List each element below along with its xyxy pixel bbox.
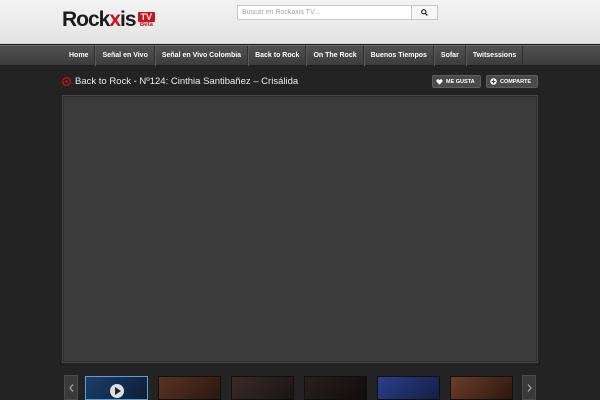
main-nav: Home Señal en Vivo Señal en Vivo Colombi… — [0, 45, 600, 66]
carousel-thumbnail[interactable] — [231, 376, 294, 400]
logo-word-x: x — [109, 8, 121, 31]
video-carousel — [64, 375, 536, 400]
nav-menu: Home Señal en Vivo Señal en Vivo Colombi… — [63, 46, 524, 66]
search-button[interactable] — [412, 5, 438, 20]
search-form — [237, 5, 438, 20]
carousel-next-button[interactable] — [522, 375, 536, 400]
nav-item-back-to-rock[interactable]: Back to Rock — [248, 46, 307, 66]
share-button[interactable]: COMPARTE — [486, 75, 538, 88]
nav-item-on-the-rock[interactable]: On The Rock — [306, 46, 364, 66]
video-player[interactable] — [62, 95, 538, 363]
nav-item-senal-en-vivo-colombia[interactable]: Señal en Vivo Colombia — [154, 46, 249, 66]
plus-circle-icon — [490, 78, 497, 85]
logo-beta-label: Beta — [139, 22, 153, 28]
video-title: Back to Rock - Nº124: Cinthia Santibañez… — [75, 76, 299, 87]
carousel-thumbnail[interactable] — [450, 376, 513, 400]
logo-word-end: is — [120, 8, 136, 31]
nav-item-senal-en-vivo[interactable]: Señal en Vivo — [95, 46, 155, 66]
video-title-bar: Back to Rock - Nº124: Cinthia Santibañez… — [62, 74, 538, 90]
logo-tv-label: TV — [137, 12, 156, 22]
like-label: ME GUSTA — [446, 78, 475, 85]
logo-word-start: Rock — [62, 8, 110, 31]
chevron-right-icon — [527, 383, 532, 392]
carousel-thumbnail[interactable] — [158, 376, 221, 400]
nav-item-home[interactable]: Home — [63, 46, 96, 66]
heart-icon — [436, 78, 443, 85]
nav-item-twitsessions[interactable]: Twitsessions — [465, 46, 524, 66]
search-icon — [421, 9, 428, 16]
chevron-left-icon — [68, 383, 73, 392]
play-icon — [109, 384, 124, 398]
logo-tv-badge: TV Beta — [137, 12, 156, 29]
nav-item-buenos-tiempos[interactable]: Buenos Tiempos — [363, 46, 434, 66]
like-button[interactable]: ME GUSTA — [432, 75, 481, 88]
share-label: COMPARTE — [500, 78, 532, 85]
carousel-thumbnail[interactable] — [85, 376, 148, 400]
play-circle-icon — [62, 77, 71, 86]
logo-wordmark: Rockxis — [62, 8, 137, 31]
carousel-thumbnail[interactable] — [377, 376, 440, 400]
carousel-thumbnail[interactable] — [304, 376, 367, 400]
rockaxis-tv-logo[interactable]: Rockxis TV Beta — [62, 8, 156, 35]
nav-item-sofar[interactable]: Sofar — [433, 46, 466, 66]
carousel-prev-button[interactable] — [64, 375, 78, 400]
site-header: Rockxis TV Beta — [0, 0, 600, 44]
search-input[interactable] — [237, 5, 412, 20]
